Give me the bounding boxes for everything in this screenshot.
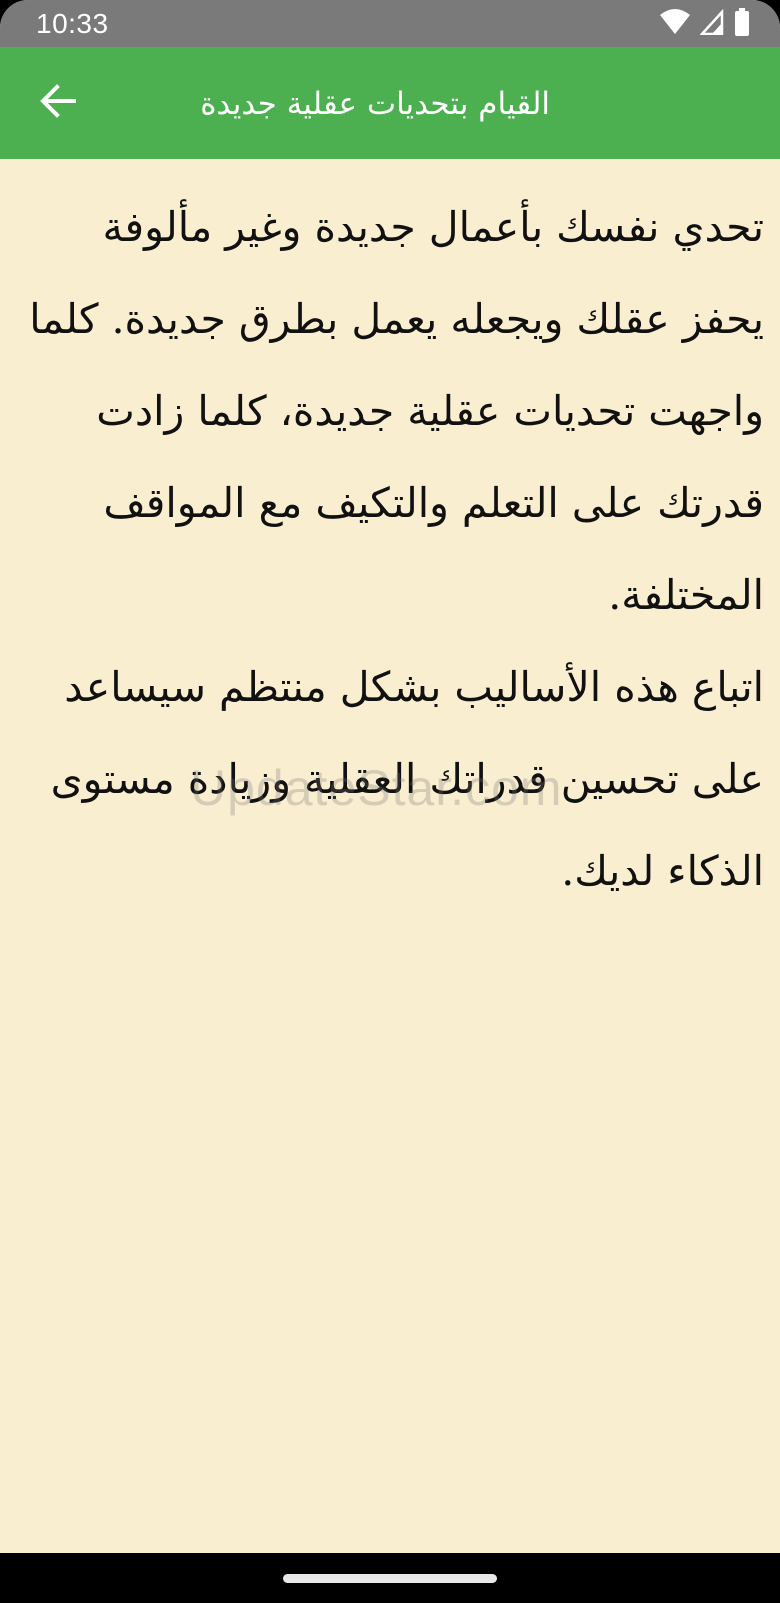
back-button[interactable]	[30, 75, 86, 131]
page-title: القيام بتحديات عقلية جديدة	[200, 86, 550, 122]
app-bar: القيام بتحديات عقلية جديدة	[0, 47, 780, 159]
signal-icon	[699, 8, 724, 39]
arrow-left-icon	[40, 83, 76, 123]
article-text: تحدي نفسك بأعمال جديدة وغير مألوفة يحفز …	[29, 203, 764, 895]
wifi-icon	[660, 9, 690, 39]
app-screen: 10:33 القيام بتحديات عقلية جديدة تحدي نف…	[0, 0, 780, 1603]
home-indicator[interactable]	[283, 1574, 497, 1583]
battery-icon	[734, 8, 750, 40]
status-icons	[660, 8, 750, 40]
navigation-bar	[0, 1553, 780, 1603]
status-time: 10:33	[36, 8, 109, 39]
status-bar: 10:33	[0, 0, 780, 47]
content-area[interactable]: تحدي نفسك بأعمال جديدة وغير مألوفة يحفز …	[0, 159, 780, 1553]
